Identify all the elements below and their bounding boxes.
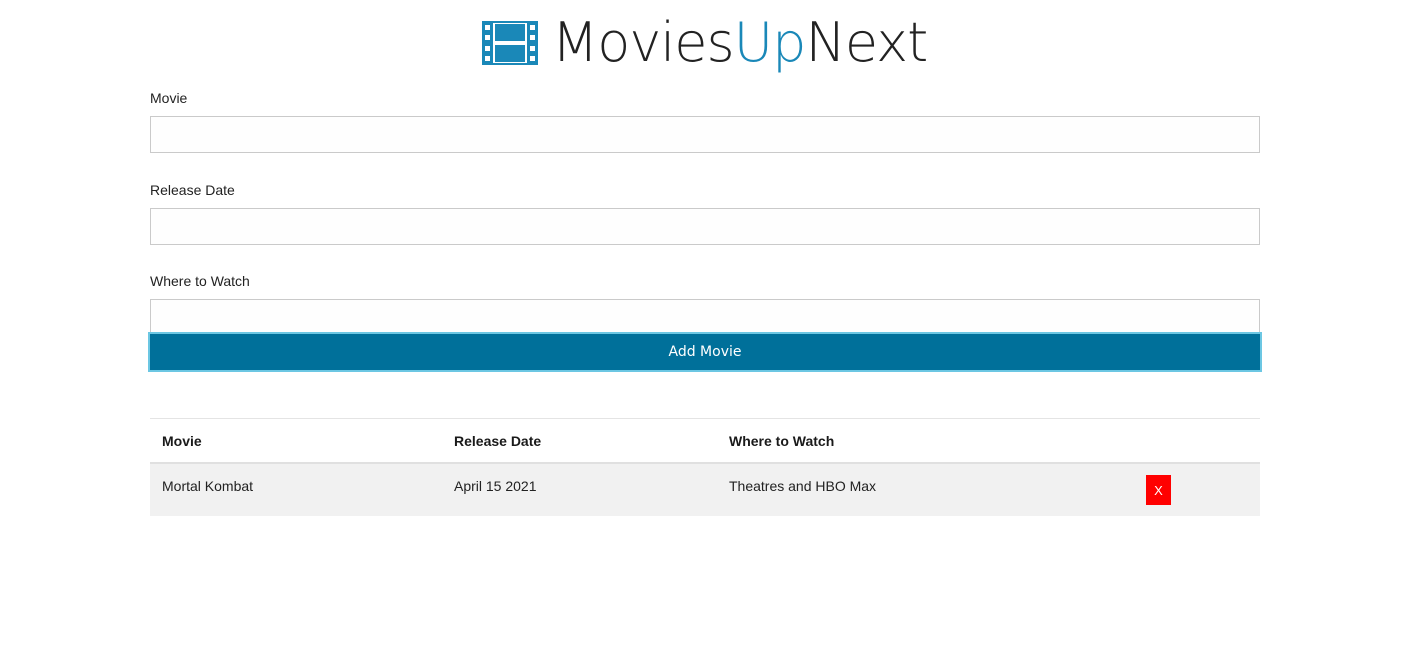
- cell-movie: Mortal Kombat: [162, 478, 254, 494]
- release-date-field-group: Release Date: [150, 180, 1260, 245]
- title-part-1: Movies: [551, 11, 735, 74]
- delete-movie-button[interactable]: X: [1146, 475, 1171, 505]
- movie-input[interactable]: [150, 116, 1260, 153]
- where-to-watch-label: Where to Watch: [150, 273, 250, 289]
- release-date-label: Release Date: [150, 182, 235, 198]
- title-accent: Up: [733, 11, 807, 74]
- app-title: MoviesUpNext: [552, 16, 929, 70]
- cell-where-to-watch: Theatres and HBO Max: [729, 478, 877, 494]
- movie-label: Movie: [150, 90, 188, 106]
- header-where-to-watch: Where to Watch: [729, 432, 835, 449]
- header-movie: Movie: [162, 432, 202, 449]
- table-row: Mortal Kombat April 15 2021 Theatres and…: [150, 463, 1260, 516]
- brand-logo: MoviesUpNext: [481, 16, 929, 70]
- add-movie-button[interactable]: Add Movie: [148, 332, 1262, 372]
- cell-actions: X: [1134, 463, 1260, 516]
- header: MoviesUpNext: [0, 0, 1409, 86]
- cell-release-date: April 15 2021: [454, 478, 537, 494]
- where-to-watch-field-group: Where to Watch: [150, 271, 1260, 336]
- movie-field-group: Movie: [150, 88, 1260, 153]
- add-movie-form: Movie Release Date Where to Watch: [150, 88, 1260, 362]
- where-to-watch-input[interactable]: [150, 299, 1260, 336]
- film-icon: [481, 21, 538, 65]
- movies-table-container: Movie Release Date Where to Watch Mortal…: [150, 418, 1260, 516]
- header-actions: [1134, 419, 1260, 464]
- movies-table: Movie Release Date Where to Watch Mortal…: [150, 418, 1260, 516]
- release-date-input[interactable]: [150, 208, 1260, 245]
- header-release-date: Release Date: [454, 432, 542, 449]
- table-header-row: Movie Release Date Where to Watch: [150, 418, 1260, 464]
- title-part-2: Next: [805, 11, 928, 74]
